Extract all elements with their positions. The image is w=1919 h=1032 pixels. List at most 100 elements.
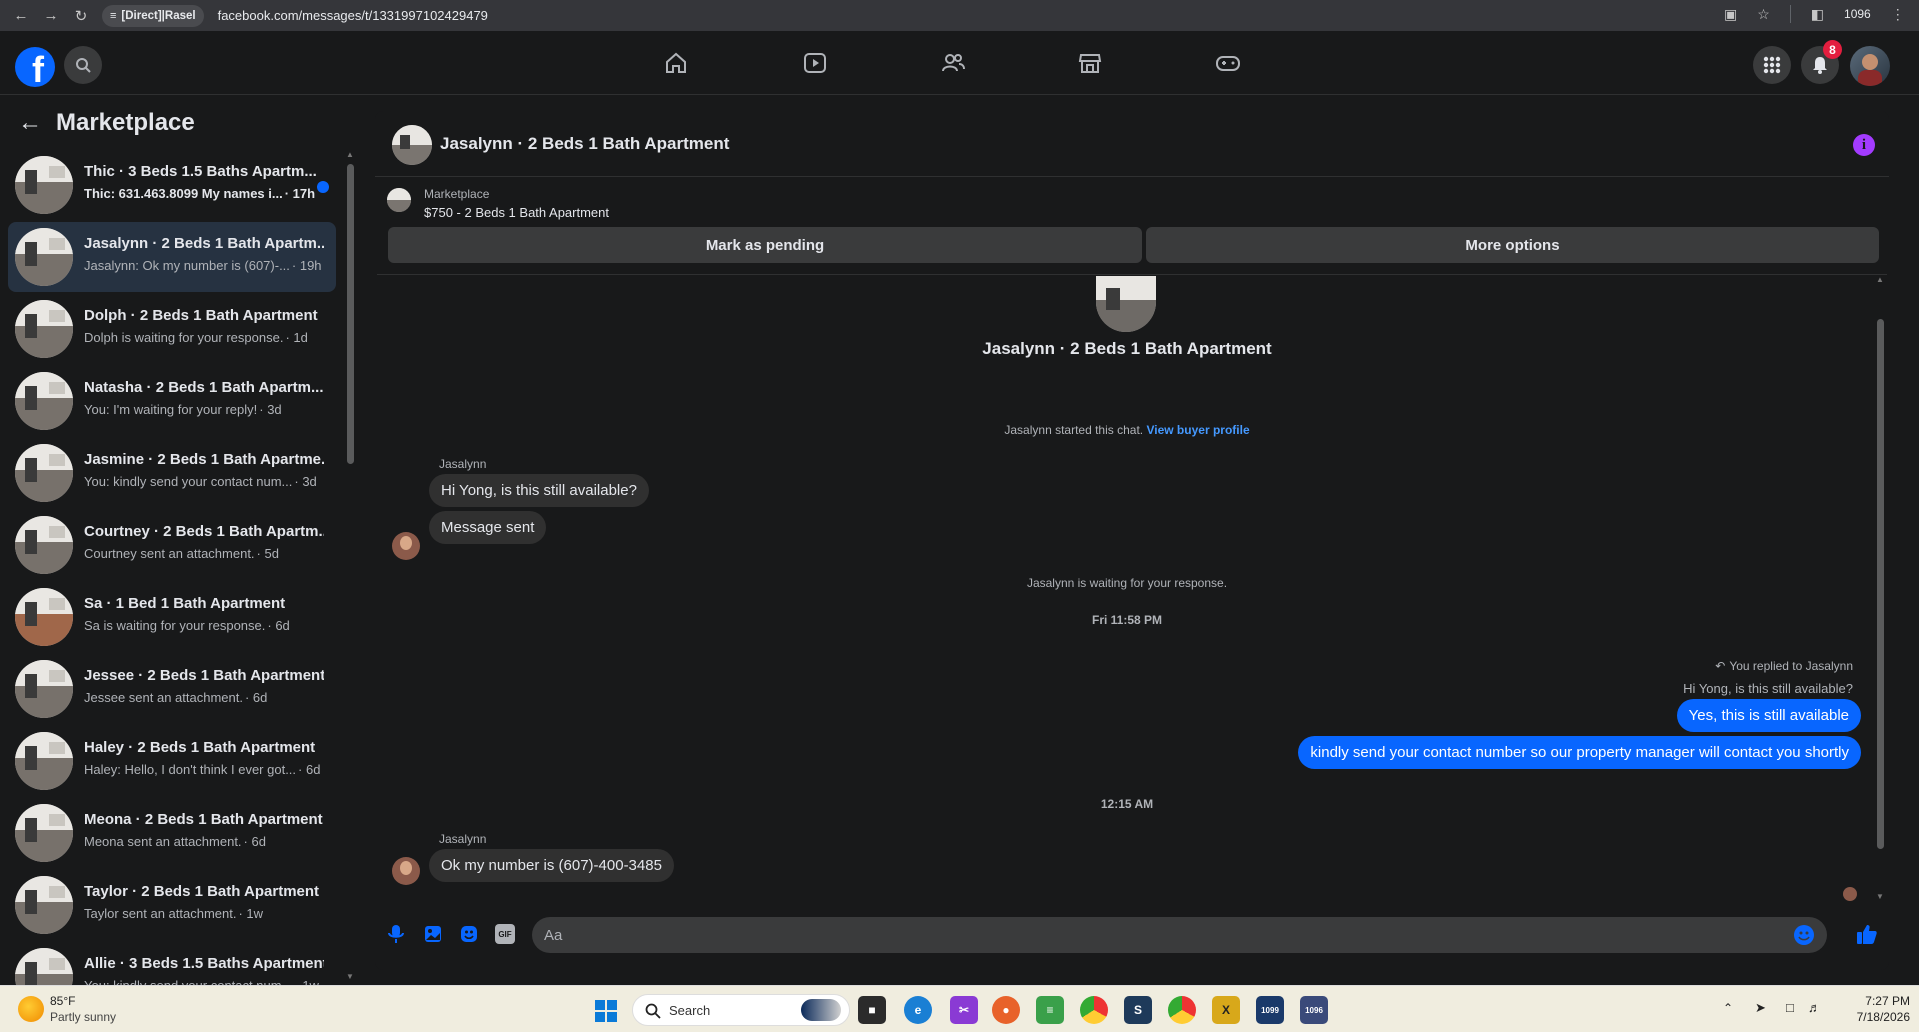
conversation-item[interactable]: Natasha · 2 Beds 1 Bath Apartm... You: I'… xyxy=(8,366,336,436)
conversation-item[interactable]: Jasmine · 2 Beds 1 Bath Apartme... You: k… xyxy=(8,438,336,508)
weather-desc[interactable]: Partly sunny xyxy=(50,1010,116,1024)
start-button[interactable] xyxy=(594,999,618,1028)
facebook-logo[interactable]: f xyxy=(15,47,55,87)
scroll-thumb[interactable] xyxy=(1877,319,1884,849)
conversation-item[interactable]: Jasalynn · 2 Beds 1 Bath Apartm... Jasaly… xyxy=(8,222,336,292)
menu-button[interactable] xyxy=(1753,46,1791,84)
install-app-icon[interactable]: ▣ xyxy=(1724,6,1737,23)
conversation-item[interactable]: Courtney · 2 Beds 1 Bath Apartm... Courtn… xyxy=(8,510,336,580)
message-bubble-outgoing[interactable]: Yes, this is still available xyxy=(1676,699,1861,732)
conversation-snippet-line: Taylor sent an attachment. · 1w xyxy=(84,906,324,921)
nav-gaming[interactable] xyxy=(1210,45,1246,81)
edge-icon[interactable]: e xyxy=(904,996,932,1024)
conversation-item[interactable]: Jessee · 2 Beds 1 Bath Apartment Jessee s… xyxy=(8,654,336,724)
quoted-message[interactable]: Hi Yong, is this still available? xyxy=(1683,681,1853,696)
script-app-icon[interactable]: S xyxy=(1124,996,1152,1024)
sticker-icon[interactable] xyxy=(459,924,479,949)
spreadsheet-app-icon[interactable]: ≡ xyxy=(1036,996,1064,1024)
taskbar-search-label: Search xyxy=(669,1003,711,1018)
x-app-icon[interactable]: X xyxy=(1212,996,1240,1024)
weather-temp[interactable]: 85°F xyxy=(50,994,75,1008)
nav-friends[interactable] xyxy=(935,45,971,81)
message-bubble-outgoing[interactable]: kindly send your contact number so our p… xyxy=(1298,736,1861,769)
contact-avatar[interactable] xyxy=(392,857,420,885)
scroll-down-icon[interactable]: ▼ xyxy=(1876,892,1884,901)
url-text[interactable]: facebook.com/messages/t/1331997102429479 xyxy=(218,8,488,23)
message-bubble-incoming[interactable]: Hi Yong, is this still available? xyxy=(429,474,649,507)
conversation-item[interactable]: Thic · 3 Beds 1.5 Baths Apartm... Thic: 6… xyxy=(8,150,336,220)
message-composer: GIF Aa xyxy=(375,910,1889,960)
conversation-snippet-line: Jasalynn: Ok my number is (607)-... · 19h xyxy=(84,258,324,273)
task-view-icon[interactable]: ■ xyxy=(858,996,886,1024)
snipping-tool-icon[interactable]: ✂ xyxy=(950,996,978,1024)
emoji-icon[interactable] xyxy=(1794,925,1814,945)
weather-sun-icon[interactable] xyxy=(18,996,44,1022)
photo-icon[interactable] xyxy=(423,924,443,949)
conversation-item[interactable]: Taylor · 2 Beds 1 Bath Apartment Taylor s… xyxy=(8,870,336,940)
chrome-menu-icon[interactable]: ⋮ xyxy=(1891,6,1905,23)
chat-scrollbar[interactable]: ▲ ▼ xyxy=(1876,275,1885,905)
taskbar-search[interactable]: Search xyxy=(632,994,850,1026)
site-label: [Direct]|Rasel xyxy=(121,9,196,22)
conversation-item[interactable]: Haley · 2 Beds 1 Bath Apartment Haley: He… xyxy=(8,726,336,796)
contact-avatar[interactable] xyxy=(392,532,420,560)
scroll-up-icon[interactable]: ▲ xyxy=(1876,275,1884,284)
gaming-icon xyxy=(1216,56,1240,71)
back-arrow-icon[interactable]: ← xyxy=(18,109,42,137)
view-buyer-profile-link[interactable]: View buyer profile xyxy=(1146,423,1249,437)
app-1096-icon[interactable]: 1096 xyxy=(1300,996,1328,1024)
sidebar-scrollbar[interactable]: ▲ ▼ xyxy=(346,150,355,985)
conversation-snippet: Courtney sent an attachment. xyxy=(84,546,255,561)
conversation-time: · 6d xyxy=(267,618,290,633)
search-button[interactable] xyxy=(64,46,102,84)
info-icon[interactable]: i xyxy=(1853,134,1875,156)
side-panel-icon[interactable]: ◧ xyxy=(1811,6,1824,23)
site-settings-chip[interactable]: ≡ [Direct]|Rasel xyxy=(102,4,204,27)
conversation-item[interactable]: Allie · 3 Beds 1.5 Baths Apartment You: k… xyxy=(8,942,336,985)
app-1099-icon[interactable]: 1099 xyxy=(1256,996,1284,1024)
firefox-icon[interactable]: ● xyxy=(992,996,1020,1024)
chat-panel: Jasalynn · 2 Beds 1 Bath Apartment i Mar… xyxy=(375,111,1889,970)
profile-avatar[interactable] xyxy=(1850,46,1890,86)
volume-icon[interactable]: ♬ xyxy=(1808,1000,1821,1015)
notifications-button[interactable]: 8 xyxy=(1801,40,1842,84)
sender-name: Jasalynn xyxy=(439,832,487,846)
nav-home[interactable] xyxy=(658,45,694,81)
back-icon[interactable]: ← xyxy=(8,3,34,29)
forward-icon[interactable]: → xyxy=(38,3,64,29)
chat-header-title[interactable]: Jasalynn · 2 Beds 1 Bath Apartment xyxy=(440,134,729,154)
message-input[interactable]: Aa xyxy=(532,917,1827,953)
gif-icon[interactable]: GIF xyxy=(495,924,515,944)
listing-title[interactable]: $750 - 2 Beds 1 Bath Apartment xyxy=(424,205,609,220)
mark-pending-button[interactable]: Mark as pending xyxy=(388,227,1142,263)
more-options-button[interactable]: More options xyxy=(1146,227,1879,263)
message-bubble-incoming[interactable]: Ok my number is (607)-400-3485 xyxy=(429,849,674,882)
like-button[interactable] xyxy=(1855,922,1879,951)
message-bubble-incoming[interactable]: Message sent xyxy=(429,511,547,544)
chevron-up-icon[interactable]: ⌃ xyxy=(1723,1001,1733,1015)
chat-header-avatar[interactable] xyxy=(392,125,432,165)
nav-marketplace[interactable] xyxy=(1072,45,1108,81)
conversation-item[interactable]: Sa · 1 Bed 1 Bath Apartment Sa is waiting… xyxy=(8,582,336,652)
address-bar[interactable]: ≡ [Direct]|Rasel facebook.com/messages/t… xyxy=(102,4,488,28)
scroll-down-icon[interactable]: ▼ xyxy=(346,972,354,981)
location-icon[interactable]: ➤ xyxy=(1755,1000,1766,1016)
conversation-item[interactable]: Meona · 2 Beds 1 Bath Apartment Meona sen… xyxy=(8,798,336,868)
scroll-up-icon[interactable]: ▲ xyxy=(346,150,354,159)
clock-time[interactable]: 7:27 PM xyxy=(1832,994,1910,1008)
extension-counter[interactable]: 1096 xyxy=(1844,7,1871,21)
reload-icon[interactable]: ↻ xyxy=(68,3,94,29)
chrome-profile-icon[interactable] xyxy=(1168,996,1196,1024)
network-icon[interactable]: □ xyxy=(1786,1000,1794,1015)
intro-avatar[interactable] xyxy=(1096,276,1156,332)
nav-video[interactable] xyxy=(797,45,833,81)
bookmark-star-icon[interactable]: ☆ xyxy=(1757,6,1770,23)
voice-clip-icon[interactable] xyxy=(387,924,405,949)
clock-date[interactable]: 7/18/2026 xyxy=(1832,1010,1910,1024)
listing-thumbnail xyxy=(15,516,73,574)
listing-thumbnail[interactable] xyxy=(387,188,411,212)
conversation-time: · 1w xyxy=(238,906,264,921)
scroll-thumb[interactable] xyxy=(347,164,354,464)
chrome-icon[interactable] xyxy=(1080,996,1108,1024)
conversation-item[interactable]: Dolph · 2 Beds 1 Bath Apartment Dolph is … xyxy=(8,294,336,364)
